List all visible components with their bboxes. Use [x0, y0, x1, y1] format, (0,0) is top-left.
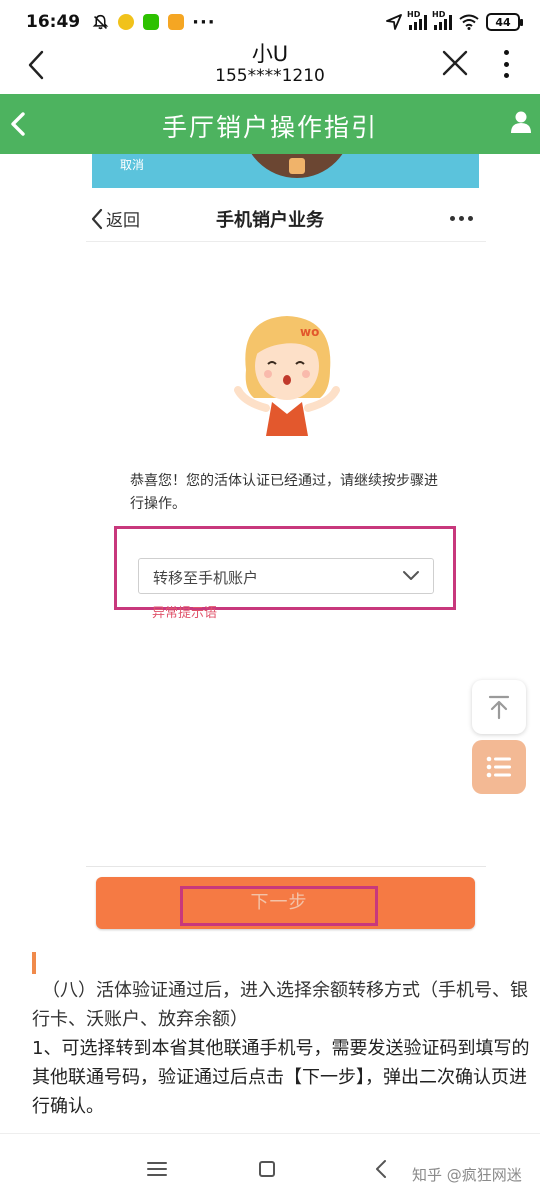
app-notification-icon	[118, 14, 135, 30]
more-notifications-icon: ···	[192, 11, 216, 33]
section-accent-bar	[32, 952, 36, 974]
section-title: （八）活体验证通过后，进入选择余额转移方式（手机号、银行卡、沃账户、放弃余额）	[32, 980, 528, 1030]
banner-figure-image	[242, 154, 352, 178]
transfer-method-select: 转移至手机账户	[138, 558, 434, 594]
arrow-up-to-top-icon	[488, 695, 510, 720]
system-nav-bar: 知乎 @疯狂网迷	[0, 1133, 540, 1200]
home-icon[interactable]	[259, 1161, 275, 1177]
divider	[86, 866, 486, 867]
bell-off-icon	[92, 14, 109, 29]
mascot-illustration: wo	[234, 316, 340, 436]
svg-text:wo: wo	[300, 325, 319, 339]
contents-list-button[interactable]	[472, 740, 526, 794]
cell-signal-icon: HD	[407, 10, 427, 30]
embedded-page-title: 手机销户业务	[216, 210, 324, 231]
more-options-icon[interactable]	[496, 46, 516, 82]
back-to-top-button[interactable]	[472, 680, 526, 734]
article-paragraph: 1、可选择转到本省其他联通手机号，需要发送验证码到填写的其他联通号码，验证通过后…	[32, 1038, 530, 1117]
list-icon	[486, 756, 511, 778]
cell-signal-icon: HD	[432, 10, 452, 30]
banner-cancel-label: 取消	[120, 158, 145, 172]
chat-title-bar: 小U 155****1210	[0, 36, 540, 94]
status-time: 16:49	[26, 12, 81, 32]
error-hint: 异常提示语	[152, 606, 218, 621]
battery-icon: 44	[486, 13, 523, 31]
close-icon[interactable]	[440, 48, 470, 78]
embedded-more-icon	[450, 216, 473, 221]
location-arrow-icon	[386, 14, 402, 30]
page-title: 手厅销户操作指引	[161, 113, 378, 142]
app-notification-icon	[168, 14, 185, 30]
chevron-down-icon	[403, 571, 419, 580]
congrats-message: 恭喜您！您的活体认证已经通过，请继续按步骤进行操作。	[130, 473, 438, 512]
menu-icon[interactable]	[146, 1161, 168, 1177]
wifi-icon	[459, 14, 479, 30]
watermark: 知乎 @疯狂网迷	[412, 1166, 522, 1184]
wechat-icon	[143, 14, 160, 30]
select-value: 转移至手机账户	[153, 569, 259, 587]
user-icon[interactable]	[510, 110, 532, 134]
embedded-banner-image: 取消	[92, 154, 479, 188]
embedded-nav-bar: 返回 手机销户业务	[86, 196, 486, 242]
back-icon[interactable]	[374, 1159, 388, 1179]
page-header: 手厅销户操作指引	[0, 94, 540, 154]
next-step-label: 下一步	[250, 892, 308, 913]
